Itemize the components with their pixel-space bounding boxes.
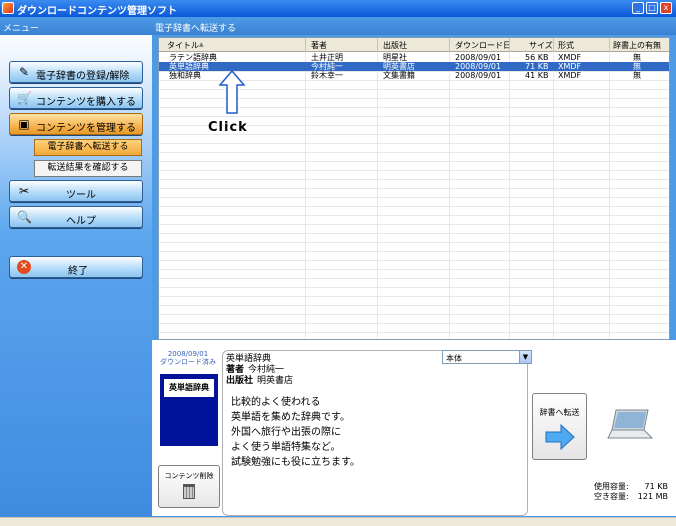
tools-label: ツール	[66, 190, 96, 201]
download-info: 2008/09/01 ダウンロード済み	[158, 350, 218, 366]
window-title: ダウンロードコンテンツ管理ソフト	[17, 6, 177, 17]
free-value: 121 MB	[637, 492, 668, 501]
detail-author: 今村純一	[248, 365, 285, 375]
cell-title: 英単語辞典	[169, 62, 209, 71]
maximize-button[interactable]: □	[646, 2, 658, 14]
buy-content-button[interactable]: 🛒 コンテンツを購入する	[9, 87, 143, 109]
description-line: よく使う単語特集など。	[231, 442, 341, 453]
cell-title: 独和辞典	[169, 71, 201, 80]
minimize-button[interactable]: _	[632, 2, 644, 14]
content-description: 英単語辞典 著者 今村純一 出版社 明英書店 比較的よく使われる 英単語を集めた辞典…	[222, 350, 528, 516]
cell-date: 2008/09/01	[455, 53, 502, 62]
column-format[interactable]: 形式	[558, 40, 574, 51]
buy-content-label: コンテンツを購入する	[36, 97, 136, 108]
app-icon	[2, 2, 14, 14]
cell-date: 2008/09/01	[455, 62, 502, 71]
cell-on-device: 無	[633, 53, 641, 62]
cell-size: 71 KB	[525, 62, 549, 71]
sidebar-item-transfer-results[interactable]: 転送結果を確認する	[34, 160, 142, 177]
column-title[interactable]: タイトル	[167, 40, 199, 51]
trash-icon	[183, 484, 195, 499]
chevron-down-icon[interactable]: ▼	[519, 351, 531, 363]
device-select[interactable]: 本体 ▼	[442, 350, 532, 364]
cell-format: XMDF	[558, 71, 582, 80]
register-dictionary-button[interactable]: ✎ 電子辞書の登録/解除	[9, 61, 143, 83]
manage-content-label: コンテンツを管理する	[36, 123, 136, 134]
close-button[interactable]: x	[660, 2, 672, 14]
column-download-date[interactable]: ダウンロード日	[455, 40, 511, 51]
register-dictionary-label: 電子辞書の登録/解除	[36, 71, 130, 82]
cell-publisher: 明英書店	[383, 62, 415, 71]
table-row[interactable]: ラテン語辞典 土井正明 明星社 2008/09/01 56 KB XMDF 無	[159, 53, 669, 62]
laptop-icon	[607, 409, 654, 439]
status-bar	[0, 517, 676, 526]
help-label: ヘルプ	[66, 216, 96, 227]
send-label: 辞書へ転送	[539, 408, 580, 417]
cell-on-device: 無	[633, 71, 641, 80]
description-line: 試験勉強にも役に立ちます。	[231, 457, 360, 468]
cell-format: XMDF	[558, 62, 582, 71]
book-cover: 英単語辞典	[160, 374, 218, 446]
tools-button[interactable]: ✂ ツール	[9, 180, 143, 202]
up-arrow-icon	[219, 70, 245, 114]
device-select-value: 本体	[446, 354, 462, 363]
description-line: 外国へ旅行や出張の際に	[231, 427, 341, 438]
cell-size: 41 KB	[525, 71, 549, 80]
tools-icon: ✂	[18, 184, 30, 198]
delete-label: コンテンツ削除	[164, 472, 214, 480]
manage-content-button[interactable]: ▣ コンテンツを管理する	[9, 113, 143, 135]
column-author[interactable]: 著者	[311, 40, 327, 51]
download-status: ダウンロード済み	[160, 358, 216, 366]
cart-icon: 🛒	[17, 91, 32, 105]
detail-publisher: 明英書店	[257, 376, 294, 386]
description-line: 比較的よく使われる	[231, 397, 321, 408]
usage-value: 71 KB	[644, 482, 668, 491]
description-line: 英単語を集めた辞典です。	[231, 412, 350, 423]
send-to-dictionary-button[interactable]: 辞書へ転送	[532, 393, 587, 460]
cover-title: 英単語辞典	[164, 379, 214, 397]
author-label: 著者	[226, 365, 245, 375]
sidebar-item-transfer[interactable]: 電子辞書へ転送する	[34, 139, 142, 156]
manage-icon: ▣	[18, 117, 30, 131]
download-date: 2008/09/01	[167, 350, 209, 358]
publisher-label: 出版社	[226, 376, 254, 386]
key-icon: ✎	[18, 65, 30, 79]
panel-header: 電子辞書へ転送する	[152, 17, 676, 35]
usage-label: 使用容量:	[594, 482, 629, 491]
cell-author: 鈴木幸一	[311, 71, 343, 80]
delete-content-button[interactable]: コンテンツ削除	[158, 465, 220, 508]
exit-label: 終了	[68, 266, 88, 277]
exit-button[interactable]: ✕ 終了	[9, 256, 143, 278]
column-on-device[interactable]: 辞書上の有無	[613, 40, 661, 51]
free-label: 空き容量:	[594, 492, 629, 501]
storage-usage: 使用容量: 71 KB 空き容量: 121 MB	[594, 482, 668, 502]
cell-author: 土井正明	[311, 53, 343, 62]
cell-format: XMDF	[558, 53, 582, 62]
cell-date: 2008/09/01	[455, 71, 502, 80]
help-button[interactable]: 🔍 ヘルプ	[9, 206, 143, 228]
column-size[interactable]: サイズ	[529, 40, 553, 51]
column-publisher[interactable]: 出版社	[383, 40, 407, 51]
cell-title: ラテン語辞典	[169, 53, 217, 62]
cell-on-device: 無	[633, 62, 641, 71]
cell-publisher: 文集書籍	[383, 71, 415, 80]
cell-author: 今村純一	[311, 62, 343, 71]
exit-icon: ✕	[17, 260, 31, 274]
title-bar: ダウンロードコンテンツ管理ソフト _ □ x	[0, 0, 676, 17]
cell-publisher: 明星社	[383, 53, 407, 62]
list-header: タイトル ▲ 著者 出版社 ダウンロード日 サイズ 形式 辞書上の有無	[159, 38, 669, 52]
sort-indicator-icon: ▲	[199, 41, 204, 48]
help-icon: 🔍	[17, 210, 32, 224]
right-arrow-icon	[545, 423, 575, 451]
cell-size: 56 KB	[525, 53, 549, 62]
sidebar-header: メニュー	[0, 17, 152, 35]
description-text: 比較的よく使われる 英単語を集めた辞典です。 外国へ旅行や出張の際に よく使う単…	[231, 395, 524, 470]
click-annotation: Click	[208, 120, 248, 135]
